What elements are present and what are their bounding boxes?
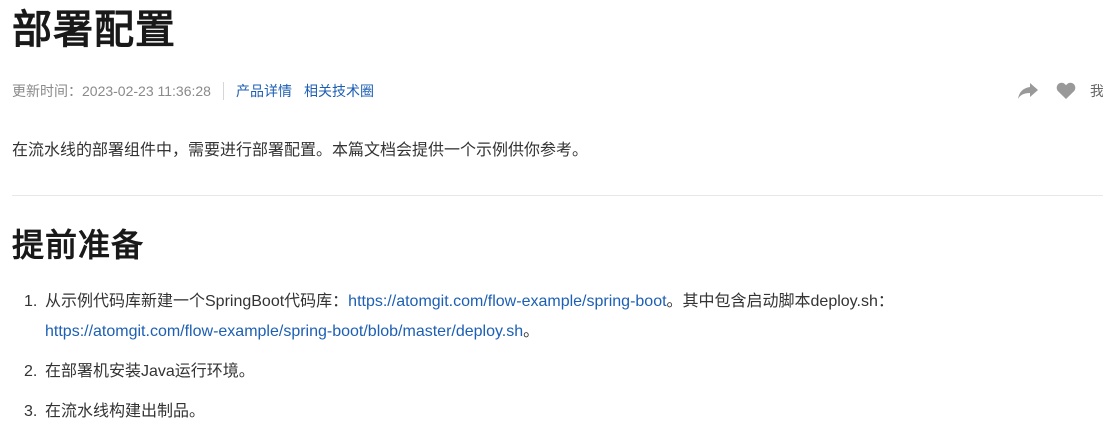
step-number: 3.: [24, 403, 38, 420]
step-text: 在部署机安装Java运行环境。: [45, 363, 255, 380]
spring-boot-repo-link[interactable]: https://atomgit.com/flow-example/spring-…: [348, 293, 666, 310]
step-number: 2.: [24, 363, 38, 380]
step-text: 在流水线构建出制品。: [45, 403, 206, 420]
list-item: 3. 在流水线构建出制品。: [0, 397, 1090, 427]
section-divider: [12, 195, 1103, 196]
tech-circle-link[interactable]: 相关技术圈: [304, 81, 374, 101]
heart-icon[interactable]: [1054, 79, 1078, 103]
article-actions: 我: [1016, 79, 1103, 103]
page-title: 部署配置: [12, 8, 176, 52]
step-text: 。: [523, 323, 540, 340]
article-meta: 更新时间：2023-02-23 11:36:28 产品详情 相关技术圈: [12, 80, 374, 102]
step-text: 。其中包含启动脚本deploy.sh：: [666, 293, 894, 310]
update-label: 更新时间：: [12, 83, 82, 99]
list-item: 2. 在部署机安装Java运行环境。: [0, 357, 1090, 387]
update-time: 2023-02-23 11:36:28: [82, 83, 211, 99]
intro-paragraph: 在流水线的部署组件中，需要进行部署配置。本篇文档会提供一个示例供你参考。: [12, 142, 589, 159]
steps-list: 1. 从示例代码库新建一个SpringBoot代码库：https://atomg…: [0, 287, 1090, 437]
step-number: 1.: [24, 293, 38, 310]
share-icon[interactable]: [1016, 79, 1040, 103]
product-details-link[interactable]: 产品详情: [236, 81, 292, 101]
truncated-action-label[interactable]: 我: [1090, 81, 1103, 101]
deploy-script-link[interactable]: https://atomgit.com/flow-example/spring-…: [45, 323, 523, 340]
step-text: 从示例代码库新建一个SpringBoot代码库：: [45, 293, 349, 310]
update-info: 更新时间：2023-02-23 11:36:28: [12, 82, 224, 100]
section-title: 提前准备: [12, 227, 145, 263]
list-item: 1. 从示例代码库新建一个SpringBoot代码库：https://atomg…: [0, 287, 1090, 347]
